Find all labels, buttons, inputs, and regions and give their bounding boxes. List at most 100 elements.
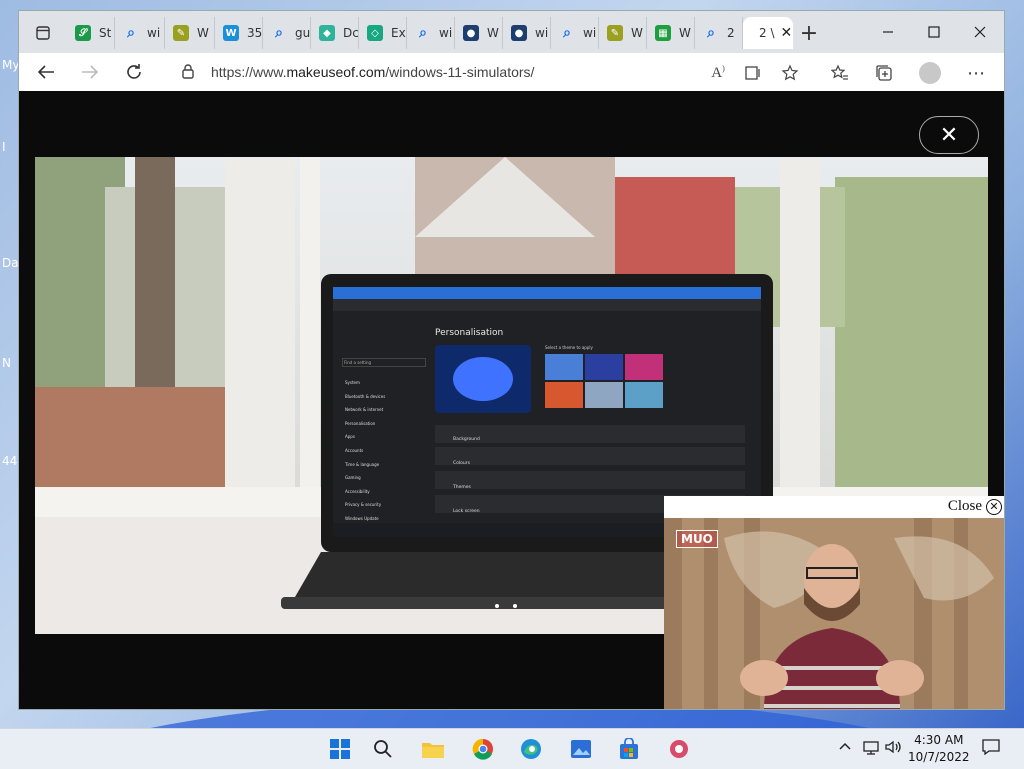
laptop-screen-rows: Background Colours Themes Lock screen <box>453 428 480 524</box>
address-bar-row: https://www.makeuseof.com/windows-11-sim… <box>19 53 1004 92</box>
tab-title: wi <box>439 26 453 40</box>
tab-title: Dc <box>343 26 358 40</box>
immersive-reader-icon[interactable] <box>741 60 767 86</box>
laptop-menu-item: System <box>345 380 360 385</box>
favorites-icon[interactable] <box>827 60 853 86</box>
forward-button[interactable] <box>75 58 105 86</box>
file-explorer-icon[interactable] <box>418 735 448 763</box>
search-icon: ⌕ <box>563 25 571 41</box>
clock-date: 10/7/2022 <box>908 750 970 764</box>
desktop-icon-label[interactable]: 44 <box>2 454 17 468</box>
tab-actions-icon[interactable] <box>29 19 57 47</box>
pencil-icon: ✎ <box>173 25 189 41</box>
volume-icon[interactable] <box>884 739 902 759</box>
laptop-settings-row: Background <box>453 437 480 442</box>
edge-icon[interactable] <box>516 735 546 763</box>
laptop-menu-item: Bluetooth & devices <box>345 393 386 399</box>
laptop-menu-item: Network & internet <box>345 407 384 413</box>
url-prefix: https://www. <box>211 64 287 80</box>
browser-tab[interactable]: ◆ Dc <box>311 17 359 49</box>
circle-icon: ● <box>511 25 527 41</box>
tab-title: W <box>197 26 209 40</box>
browser-tab[interactable]: ◇ Ex <box>359 17 407 49</box>
tab-title: gu <box>295 26 310 40</box>
search-icon: ⌕ <box>707 25 715 41</box>
clock-time: 4:30 AM <box>914 733 964 747</box>
page-content: ✕ Personalisation Find a setting Select … <box>19 91 1004 709</box>
video-player[interactable]: MUO <box>664 518 1004 709</box>
browser-tab[interactable]: 2 \ ✕ <box>743 17 793 49</box>
laptop-menu-item: Privacy & security <box>345 502 382 508</box>
carousel-dots[interactable] <box>495 604 517 608</box>
laptop-menu-item: Apps <box>345 434 355 440</box>
chevron-up-icon[interactable] <box>838 739 852 757</box>
profile-avatar[interactable] <box>919 62 941 84</box>
browser-tab[interactable]: ⌕ wi <box>407 17 455 49</box>
maximize-button[interactable] <box>911 15 957 49</box>
browser-tab[interactable]: 𝒮 St <box>67 17 115 49</box>
lock-icon[interactable] <box>181 63 195 83</box>
laptop-menu-item: Windows Update <box>345 515 379 521</box>
tab-title: wi <box>147 26 161 40</box>
taskbar-clock[interactable]: 4:30 AM 10/7/2022 <box>908 732 970 766</box>
video-close-button[interactable]: Close ✕ <box>948 498 1002 515</box>
laptop-menu-item: Accounts <box>345 447 364 453</box>
taskbar: 4:30 AM 10/7/2022 <box>0 728 1024 769</box>
browser-tab[interactable]: ● wi <box>503 17 551 49</box>
tab-title: 2 <box>727 26 735 40</box>
search-icon: ⌕ <box>419 25 427 41</box>
app-gear-icon[interactable] <box>664 735 694 763</box>
close-circle-icon: ✕ <box>986 498 1002 515</box>
browser-tab[interactable]: ✎ W <box>599 17 647 49</box>
desktop-icon-label[interactable]: N <box>2 356 11 370</box>
browser-tab[interactable]: ● W <box>455 17 503 49</box>
add-favorite-icon[interactable] <box>777 60 803 86</box>
refresh-button[interactable] <box>119 58 149 86</box>
muo-logo: MUO <box>676 530 718 548</box>
tab-title: W <box>631 26 643 40</box>
start-button[interactable] <box>325 735 355 763</box>
browser-tab[interactable]: ▦ W <box>647 17 695 49</box>
browser-tab[interactable]: W 35 <box>215 17 263 49</box>
browser-tab[interactable]: ⌕ wi <box>115 17 165 49</box>
new-tab-button[interactable]: + <box>795 19 823 47</box>
grid-icon: ▦ <box>655 25 671 41</box>
url-field[interactable]: https://www.makeuseof.com/windows-11-sim… <box>211 64 534 80</box>
store-icon[interactable] <box>614 735 644 763</box>
video-popup: Close ✕ MUO <box>664 496 1004 709</box>
browser-tab[interactable]: ⌕ 2 <box>695 17 743 49</box>
search-icon[interactable] <box>368 735 398 763</box>
url-host: makeuseof.com <box>286 64 386 80</box>
video-close-label: Close <box>947 498 982 514</box>
browser-tab[interactable]: ⌕ wi <box>551 17 599 49</box>
desktop-icon-label[interactable]: My <box>2 58 19 72</box>
browser-tab[interactable]: ✎ W <box>165 17 215 49</box>
laptop-screen-search: Find a setting <box>342 358 426 367</box>
carousel-dot[interactable] <box>513 604 517 608</box>
photos-icon[interactable] <box>566 735 596 763</box>
desktop-icon-label[interactable]: Da <box>2 256 19 270</box>
desktop-icon-label[interactable]: I <box>2 140 6 154</box>
more-options-icon[interactable]: ⋯ <box>963 60 989 86</box>
notification-icon[interactable] <box>982 739 1000 759</box>
laptop-settings-row: Colours <box>453 461 470 466</box>
laptop-screen-title: Personalisation <box>435 328 504 338</box>
network-icon[interactable] <box>862 739 880 759</box>
carousel-dot[interactable] <box>495 604 499 608</box>
close-window-button[interactable] <box>957 15 1003 49</box>
tab-title: Ex <box>391 26 406 40</box>
brand-icon: 𝒮 <box>75 25 91 41</box>
laptop-menu-item: Accessibility <box>345 488 370 494</box>
browser-tab[interactable]: ⌕ gu <box>263 17 311 49</box>
back-button[interactable] <box>31 58 61 86</box>
minimize-button[interactable] <box>865 15 911 49</box>
laptop-menu-item: Personalisation <box>345 420 376 426</box>
tab-title: wi <box>535 26 549 40</box>
close-tab-icon[interactable]: ✕ <box>781 25 793 41</box>
chrome-icon[interactable] <box>468 735 498 763</box>
tab-title: St <box>99 26 112 40</box>
laptop-screen-theme-prompt: Select a theme to apply <box>545 345 593 350</box>
collections-icon[interactable] <box>871 60 897 86</box>
read-aloud-icon[interactable]: A) <box>705 60 731 86</box>
lightbox-close-button[interactable]: ✕ <box>919 116 979 154</box>
